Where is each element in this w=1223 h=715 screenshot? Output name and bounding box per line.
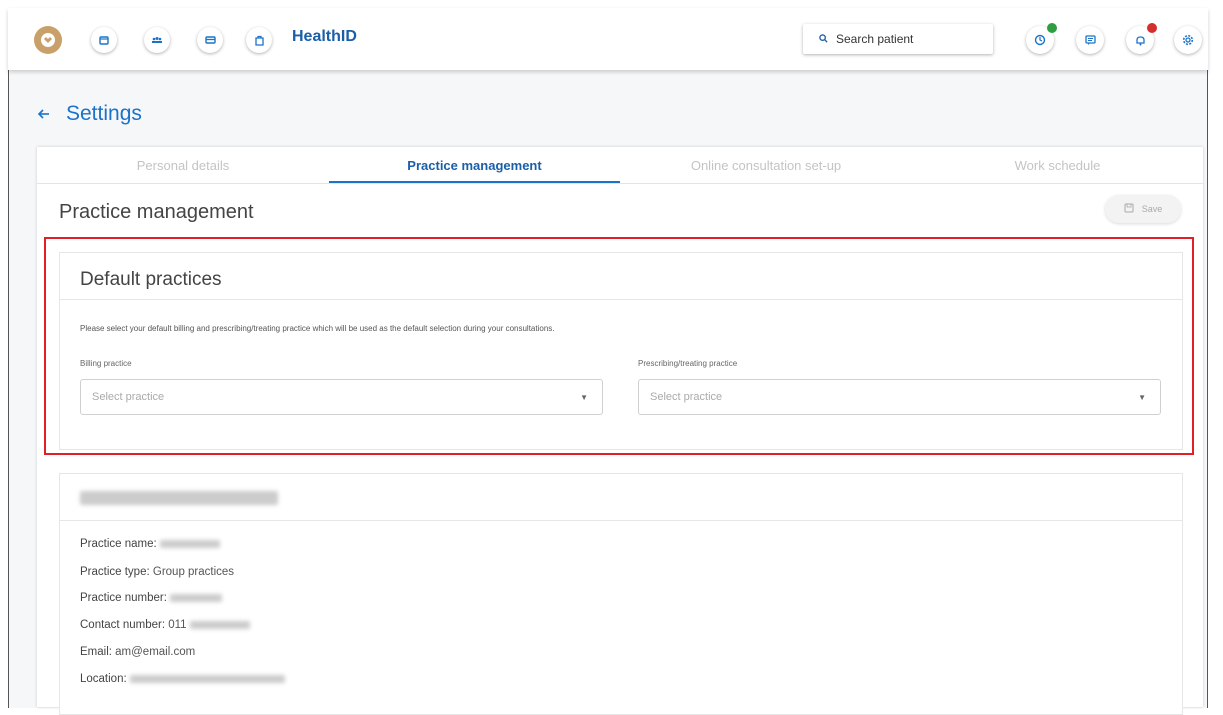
clipboard-icon[interactable] <box>246 27 272 53</box>
contact-number-row: Contact number: 011 <box>80 619 250 631</box>
settings-icon[interactable] <box>1174 26 1202 54</box>
redacted-value <box>129 674 285 683</box>
save-label: Save <box>1141 204 1163 214</box>
tab-practice-management[interactable]: Practice management <box>329 158 620 173</box>
app-name: HealthID <box>292 28 357 45</box>
logo-icon[interactable] <box>34 26 62 54</box>
search-placeholder: Search patient <box>836 32 914 46</box>
messages-icon[interactable] <box>1076 26 1104 54</box>
page-title: Settings <box>66 102 142 125</box>
status-icon[interactable] <box>1026 23 1057 54</box>
redacted-practice-title <box>80 491 278 505</box>
billing-icon[interactable] <box>197 27 223 53</box>
practice-number-row: Practice number: <box>80 592 223 604</box>
search-input[interactable]: Search patient <box>803 24 993 54</box>
practice-type-row: Practice type: Group practices <box>80 566 235 578</box>
tab-online-consultation-setup[interactable]: Online consultation set-up <box>620 158 912 173</box>
calendar-icon[interactable] <box>91 27 117 53</box>
back-arrow-icon[interactable] <box>37 105 51 126</box>
highlight-box <box>44 237 1194 455</box>
practice-name-row: Practice name: <box>80 538 220 550</box>
top-navigation-bar: HealthID Search patient <box>8 8 1208 70</box>
tab-personal-details[interactable]: Personal details <box>37 158 329 173</box>
location-row: Location: <box>80 673 285 685</box>
patients-icon[interactable] <box>144 27 170 53</box>
tab-work-schedule[interactable]: Work schedule <box>912 158 1203 173</box>
active-tab-indicator <box>329 181 620 183</box>
section-title: Practice management <box>59 201 254 223</box>
email-row: Email: am@email.com <box>80 646 196 658</box>
settings-tabs: Personal details Practice management Onl… <box>37 147 1203 184</box>
practice-details-header <box>60 474 1182 521</box>
redacted-value <box>159 539 220 548</box>
search-icon <box>819 32 828 46</box>
save-button[interactable]: Save <box>1105 195 1181 223</box>
notification-alert-dot <box>1147 23 1157 33</box>
practice-details-panel: Practice name: Practice type: Group prac… <box>59 473 1183 715</box>
redacted-value <box>170 593 223 602</box>
redacted-value <box>189 620 250 629</box>
save-icon <box>1124 203 1134 216</box>
notifications-icon[interactable] <box>1126 23 1157 54</box>
status-online-dot <box>1047 23 1057 33</box>
